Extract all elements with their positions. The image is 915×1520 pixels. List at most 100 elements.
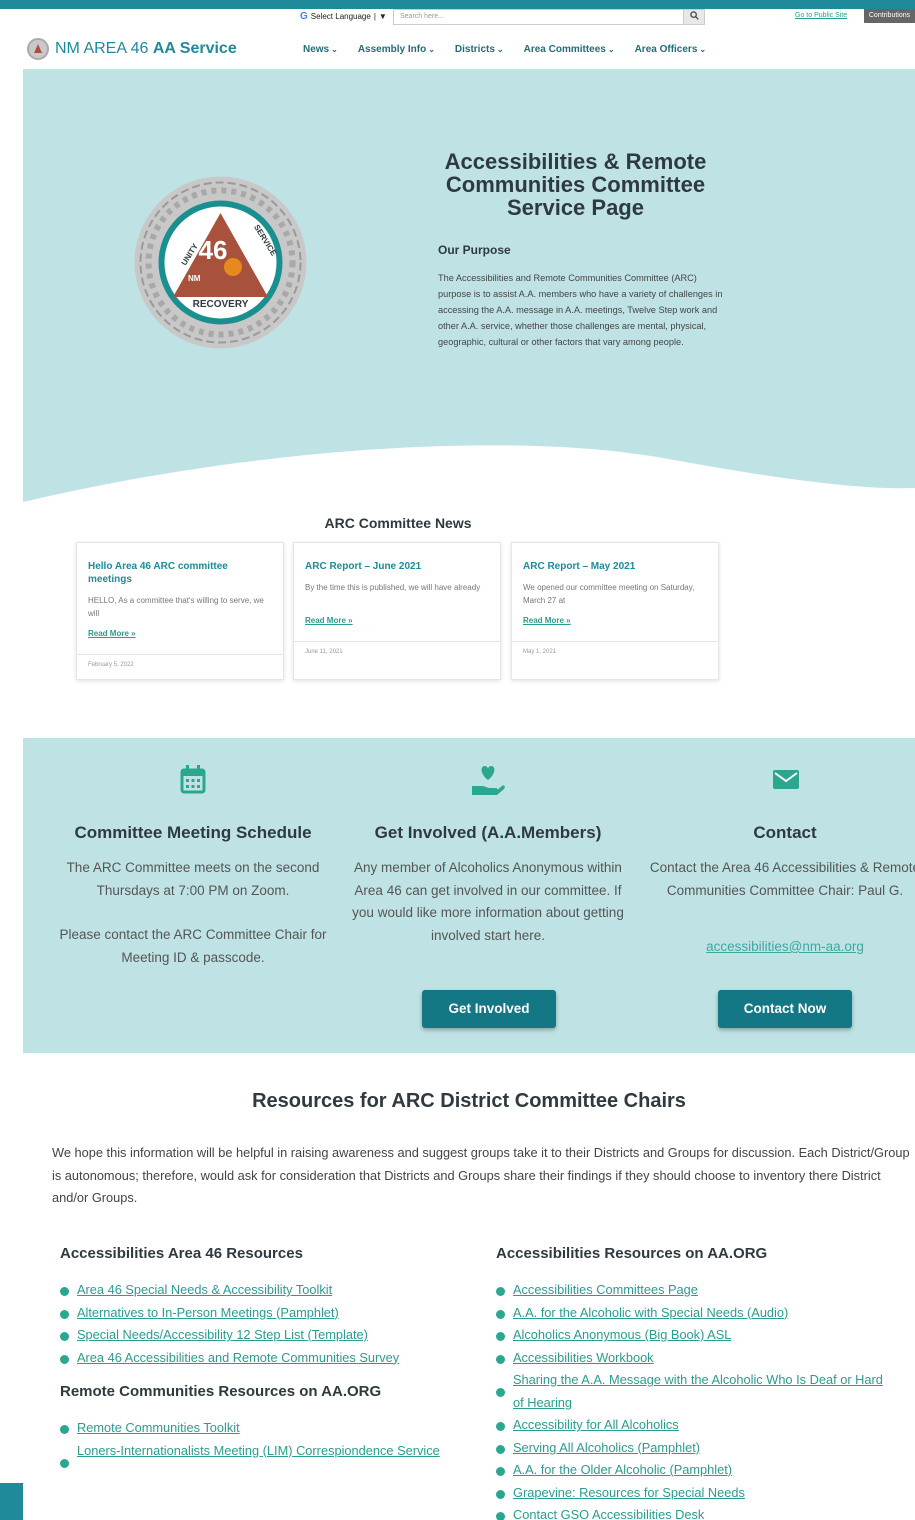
read-more-link[interactable]: Read More » (305, 616, 353, 625)
area-46-seal-logo: 46 NM RECOVERY UNITY SERVICE (134, 176, 307, 349)
translate-widget[interactable]: G Select Language | ▼ (300, 11, 387, 22)
remote-communities-heading: Remote Communities Resources on AA.ORG (60, 1383, 382, 1400)
card-divider (77, 654, 283, 655)
nav-item-assembly-info[interactable]: Assembly Info ⌄ (358, 44, 435, 55)
resource-link[interactable]: Area 46 Special Needs & Accessibility To… (60, 1279, 460, 1302)
envelope-icon (773, 770, 799, 789)
admin-strip-top (0, 0, 23, 9)
hero-wave-divider (23, 445, 915, 502)
utility-bar: G Select Language | ▼ Search here... Go … (23, 0, 915, 28)
heart-hand-icon (472, 766, 505, 795)
news-heading: ARC Committee News (324, 515, 472, 531)
aaorg-resources-list: Accessibilities Committees Page A.A. for… (496, 1279, 896, 1520)
news-card-date: May 1, 2021 (523, 649, 557, 655)
nav-item-districts[interactable]: Districts ⌄ (455, 44, 504, 55)
calendar-icon (180, 765, 206, 794)
google-translate-icon: G (300, 11, 308, 22)
schedule-text: The ARC Committee meets on the second Th… (66, 860, 320, 898)
translate-separator: | (373, 12, 376, 21)
seal-state: NM (188, 274, 201, 283)
seal-bottom-word: RECOVERY (193, 299, 249, 310)
resource-link[interactable]: Accessibilities Committees Page (496, 1279, 896, 1302)
news-card-date: February 5, 2022 (88, 662, 134, 668)
search-button[interactable] (683, 9, 705, 25)
contact-text: Contact the Area 46 Accessibilities & Re… (649, 860, 915, 898)
schedule-contact-text: Please contact the ARC Committee Chair f… (59, 927, 327, 965)
area46-resources-list: Area 46 Special Needs & Accessibility To… (60, 1279, 460, 1369)
chevron-down-icon: ⌄ (428, 45, 435, 54)
news-card-title[interactable]: ARC Report – May 2021 (523, 560, 703, 573)
public-site-link[interactable]: Go to Public Site (795, 12, 847, 19)
nav-item-label: Area Officers (634, 44, 698, 55)
news-card[interactable]: Hello Area 46 ARC committee meetings HEL… (76, 542, 284, 680)
aaorg-resources-heading: Accessibilities Resources on AA.ORG (496, 1245, 768, 1262)
news-card-excerpt: We opened our committee meeting on Satur… (523, 583, 695, 605)
contact-now-button[interactable]: Contact Now (718, 990, 852, 1028)
news-card-excerpt: By the time this is published, we will h… (305, 583, 481, 592)
seal-number: 46 (199, 235, 228, 265)
nav-item-label: Districts (454, 44, 495, 55)
site-logo[interactable]: NM AREA 46 AA Service (27, 38, 237, 60)
resources-intro: We hope this information will be helpful… (52, 1145, 910, 1205)
get-involved-text: Any member of Alcoholics Anonymous withi… (352, 860, 624, 943)
remote-resources-list: Remote Communities Toolkit Loners-Intern… (60, 1417, 450, 1467)
resource-link[interactable]: A.A. for the Alcoholic with Special Need… (496, 1302, 896, 1325)
area46-resources-heading: Accessibilities Area 46 Resources (60, 1245, 303, 1262)
logo-badge-icon (27, 38, 49, 60)
resource-link[interactable]: Remote Communities Toolkit (60, 1417, 450, 1440)
news-card-date: June 11, 2021 (305, 649, 343, 655)
resource-link[interactable]: Special Needs/Accessibility 12 Step List… (60, 1324, 460, 1347)
resource-link[interactable]: Alternatives to In-Person Meetings (Pamp… (60, 1302, 460, 1325)
card-divider (512, 641, 718, 642)
main-navigation: NM AREA 46 AA Service News ⌄ Assembly Inf… (23, 28, 915, 70)
nav-item-area-committees[interactable]: Area Committees ⌄ (524, 44, 615, 55)
news-card-title[interactable]: Hello Area 46 ARC committee meetings (88, 560, 268, 586)
admin-strip-bottom (0, 1483, 23, 1520)
chevron-down-icon: ⌄ (699, 45, 707, 54)
resource-link[interactable]: Accessibility for All Alcoholics (496, 1414, 896, 1437)
nav-item-label: Assembly Info (357, 44, 427, 55)
site-title-bold: AA Service (152, 40, 237, 57)
read-more-link[interactable]: Read More » (523, 616, 571, 625)
resource-link[interactable]: Sharing the A.A. Message with the Alcoho… (496, 1369, 896, 1414)
chevron-down-icon: ⌄ (607, 45, 615, 54)
news-card[interactable]: ARC Report – June 2021 By the time this … (293, 542, 501, 680)
contributions-button[interactable]: Contributions (864, 9, 915, 23)
resource-link[interactable]: Grapevine: Resources for Special Needs (496, 1482, 896, 1505)
chevron-down-icon: ⌄ (496, 45, 504, 54)
news-card-title[interactable]: ARC Report – June 2021 (305, 560, 485, 573)
search-input[interactable]: Search here... (393, 9, 705, 25)
nav-menu: News ⌄ Assembly Info ⌄ Districts ⌄ Area Com… (303, 44, 706, 55)
resource-link[interactable]: Accessibilities Workbook (496, 1347, 896, 1370)
resource-link[interactable]: Alcoholics Anonymous (Big Book) ASL (496, 1324, 896, 1347)
resource-link[interactable]: A.A. for the Older Alcoholic (Pamphlet) (496, 1459, 896, 1482)
resource-link[interactable]: Area 46 Accessibilities and Remote Commu… (60, 1347, 460, 1370)
page-title: Accessibilities & Remote Communities Com… (444, 149, 707, 220)
get-involved-button[interactable]: Get Involved (422, 990, 556, 1028)
contact-email-link[interactable]: accessibilities@nm-aa.org (640, 939, 915, 954)
nav-item-label: Area Committees (523, 44, 606, 55)
site-title-prefix: NM AREA 46 (55, 40, 153, 57)
resource-link[interactable]: Contact GSO Accessibilities Desk (496, 1504, 896, 1520)
search-icon (689, 11, 699, 20)
contact-heading: Contact (753, 823, 817, 842)
nav-item-label: News (303, 44, 330, 55)
get-involved-heading: Get Involved (A.A.Members) (374, 823, 602, 842)
purpose-text: The Accessibilities and Remote Communiti… (438, 273, 723, 347)
card-divider (294, 641, 500, 642)
hero-section: 46 NM RECOVERY UNITY SERVICE Accessibili… (23, 70, 915, 502)
news-card-excerpt: HELLO, As a committee that's willing to … (88, 596, 264, 618)
admin-side-strip (0, 0, 23, 1520)
translate-label: Select Language (310, 12, 371, 21)
nav-item-news[interactable]: News ⌄ (303, 44, 338, 55)
schedule-heading: Committee Meeting Schedule (74, 823, 312, 842)
resource-link[interactable]: Serving All Alcoholics (Pamphlet) (496, 1437, 896, 1460)
chevron-down-icon: ▼ (378, 12, 387, 21)
info-band: Committee Meeting Schedule The ARC Commi… (23, 738, 915, 1053)
read-more-link[interactable]: Read More » (88, 629, 136, 638)
resources-heading: Resources for ARC District Committee Cha… (252, 1090, 686, 1112)
news-card[interactable]: ARC Report – May 2021 We opened our comm… (511, 542, 719, 680)
nav-item-area-officers[interactable]: Area Officers ⌄ (635, 44, 707, 55)
resource-link[interactable]: Loners-Internationalists Meeting (LIM) C… (60, 1440, 450, 1467)
chevron-down-icon: ⌄ (331, 45, 338, 54)
